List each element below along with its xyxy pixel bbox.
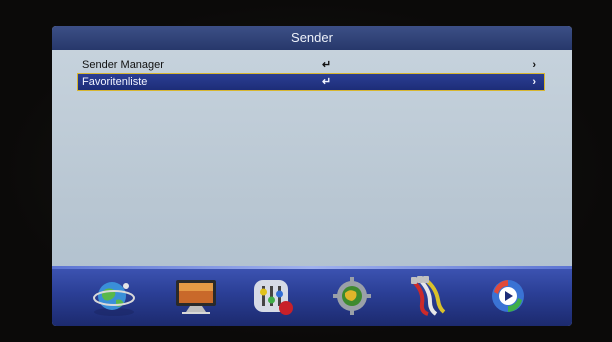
menu-item-sender-manager[interactable]: Sender Manager ↵ › [78, 57, 544, 73]
channel-menu: Sender Manager ↵ › Favoritenliste ↵ › [77, 57, 545, 91]
window-title: Sender [52, 26, 572, 50]
media-play-icon[interactable] [484, 274, 532, 318]
dock-highlight [52, 266, 572, 269]
gear-globe-icon[interactable] [328, 274, 376, 318]
globe-satellite-icon[interactable] [90, 274, 138, 318]
chevron-right-icon: › [532, 59, 536, 71]
menu-item-favoritenliste[interactable]: Favoritenliste ↵ › [77, 73, 545, 91]
enter-key-icon: ↵ [322, 59, 332, 71]
equalizer-settings-icon[interactable] [248, 274, 296, 318]
osd-screen: Sender Sender Manager ↵ › Favoritenliste… [52, 26, 572, 326]
menu-item-label: Favoritenliste [82, 76, 148, 88]
enter-key-icon: ↵ [322, 76, 332, 88]
main-menu-dock [52, 266, 572, 326]
tv-monitor-icon[interactable] [172, 274, 220, 318]
chevron-right-icon: › [532, 76, 536, 88]
menu-item-label: Sender Manager [82, 59, 164, 71]
cable-plug-icon[interactable] [404, 274, 452, 318]
